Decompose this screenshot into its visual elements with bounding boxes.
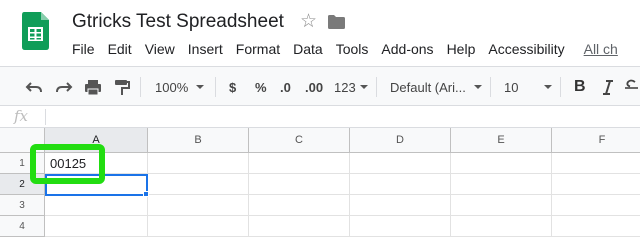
chevron-down-icon (473, 85, 482, 89)
toolbar-divider (140, 77, 141, 97)
toolbar: 100% $ % .0 .00 123 Default (Ari... 10 B (0, 66, 640, 106)
chevron-down-icon (196, 85, 205, 89)
font-size-value: 10 (504, 79, 519, 95)
cell-c4[interactable] (249, 216, 350, 237)
print-icon[interactable] (83, 67, 103, 107)
cell-a3[interactable] (45, 195, 148, 216)
currency-button[interactable]: $ (229, 67, 236, 107)
menu-edit[interactable]: Edit (108, 41, 132, 57)
chevron-down-icon (359, 85, 368, 89)
cell-c3[interactable] (249, 195, 350, 216)
toolbar-divider (490, 77, 491, 97)
column-header-d[interactable]: D (350, 128, 451, 153)
cell-e4[interactable] (451, 216, 552, 237)
sheets-logo-icon[interactable] (22, 12, 49, 50)
chevron-down-icon (544, 85, 553, 89)
last-edit-link[interactable]: All ch (584, 41, 618, 57)
row-header-3[interactable]: 3 (0, 195, 45, 216)
cell-f4[interactable] (552, 216, 640, 237)
cell-b3[interactable] (148, 195, 249, 216)
menu-bar: File Edit View Insert Format Data Tools … (72, 41, 631, 57)
font-size-select[interactable]: 10 (504, 67, 553, 107)
paint-format-icon[interactable] (112, 67, 132, 107)
cell-c1[interactable] (249, 153, 350, 174)
cell-e1[interactable] (451, 153, 552, 174)
menu-file[interactable]: File (72, 41, 95, 57)
more-formats-label: 123 (334, 79, 356, 95)
italic-icon[interactable] (600, 67, 616, 107)
formula-bar: fx (0, 106, 640, 128)
formula-divider (45, 109, 46, 125)
column-header-c[interactable]: C (249, 128, 350, 153)
cell-e3[interactable] (451, 195, 552, 216)
menu-insert[interactable]: Insert (188, 41, 223, 57)
fx-icon: fx (14, 107, 29, 125)
folder-icon[interactable] (328, 15, 345, 29)
cell-d4[interactable] (350, 216, 451, 237)
font-select[interactable]: Default (Ari... (390, 67, 482, 107)
font-value: Default (Ari... (390, 79, 466, 95)
cell-b4[interactable] (148, 216, 249, 237)
cell-f2[interactable] (552, 174, 640, 195)
cell-b1[interactable] (148, 153, 249, 174)
toolbar-divider (215, 77, 216, 97)
strikethrough-icon[interactable] (624, 67, 638, 107)
cell-d3[interactable] (350, 195, 451, 216)
cell-d1[interactable] (350, 153, 451, 174)
row-header-4[interactable]: 4 (0, 216, 45, 237)
zoom-select[interactable]: 100% (155, 67, 205, 107)
menu-addons[interactable]: Add-ons (381, 41, 433, 57)
decrease-decimal-button[interactable]: .0 (280, 67, 291, 107)
fill-handle[interactable] (143, 191, 149, 197)
cell-d2[interactable] (350, 174, 451, 195)
column-header-e[interactable]: E (451, 128, 552, 153)
cell-b2[interactable] (148, 174, 249, 195)
document-title[interactable]: Gtricks Test Spreadsheet (72, 11, 284, 33)
menu-tools[interactable]: Tools (336, 41, 369, 57)
cell-e2[interactable] (451, 174, 552, 195)
menu-view[interactable]: View (145, 41, 175, 57)
bold-button[interactable]: B (574, 67, 586, 107)
menu-data[interactable]: Data (293, 41, 323, 57)
menu-format[interactable]: Format (236, 41, 280, 57)
menu-accessibility[interactable]: Accessibility (488, 41, 564, 57)
star-icon[interactable]: ☆ (300, 10, 317, 33)
increase-decimal-button[interactable]: .00 (305, 67, 323, 107)
toolbar-divider (376, 77, 377, 97)
annotation-highlight-box (30, 144, 105, 184)
menu-help[interactable]: Help (447, 41, 476, 57)
cell-f3[interactable] (552, 195, 640, 216)
more-formats-select[interactable]: 123 (334, 67, 368, 107)
app-header: Gtricks Test Spreadsheet ☆ File Edit Vie… (0, 0, 640, 66)
toolbar-divider (560, 77, 561, 97)
spreadsheet-grid: A B C D E F 1 2 3 4 00125 (0, 128, 640, 247)
column-header-f[interactable]: F (552, 128, 640, 153)
undo-icon[interactable] (24, 67, 44, 107)
zoom-value: 100% (155, 79, 189, 95)
cell-a4[interactable] (45, 216, 148, 237)
cell-c2[interactable] (249, 174, 350, 195)
cell-f1[interactable] (552, 153, 640, 174)
redo-icon[interactable] (54, 67, 74, 107)
percent-button[interactable]: % (255, 67, 267, 107)
column-header-b[interactable]: B (148, 128, 249, 153)
